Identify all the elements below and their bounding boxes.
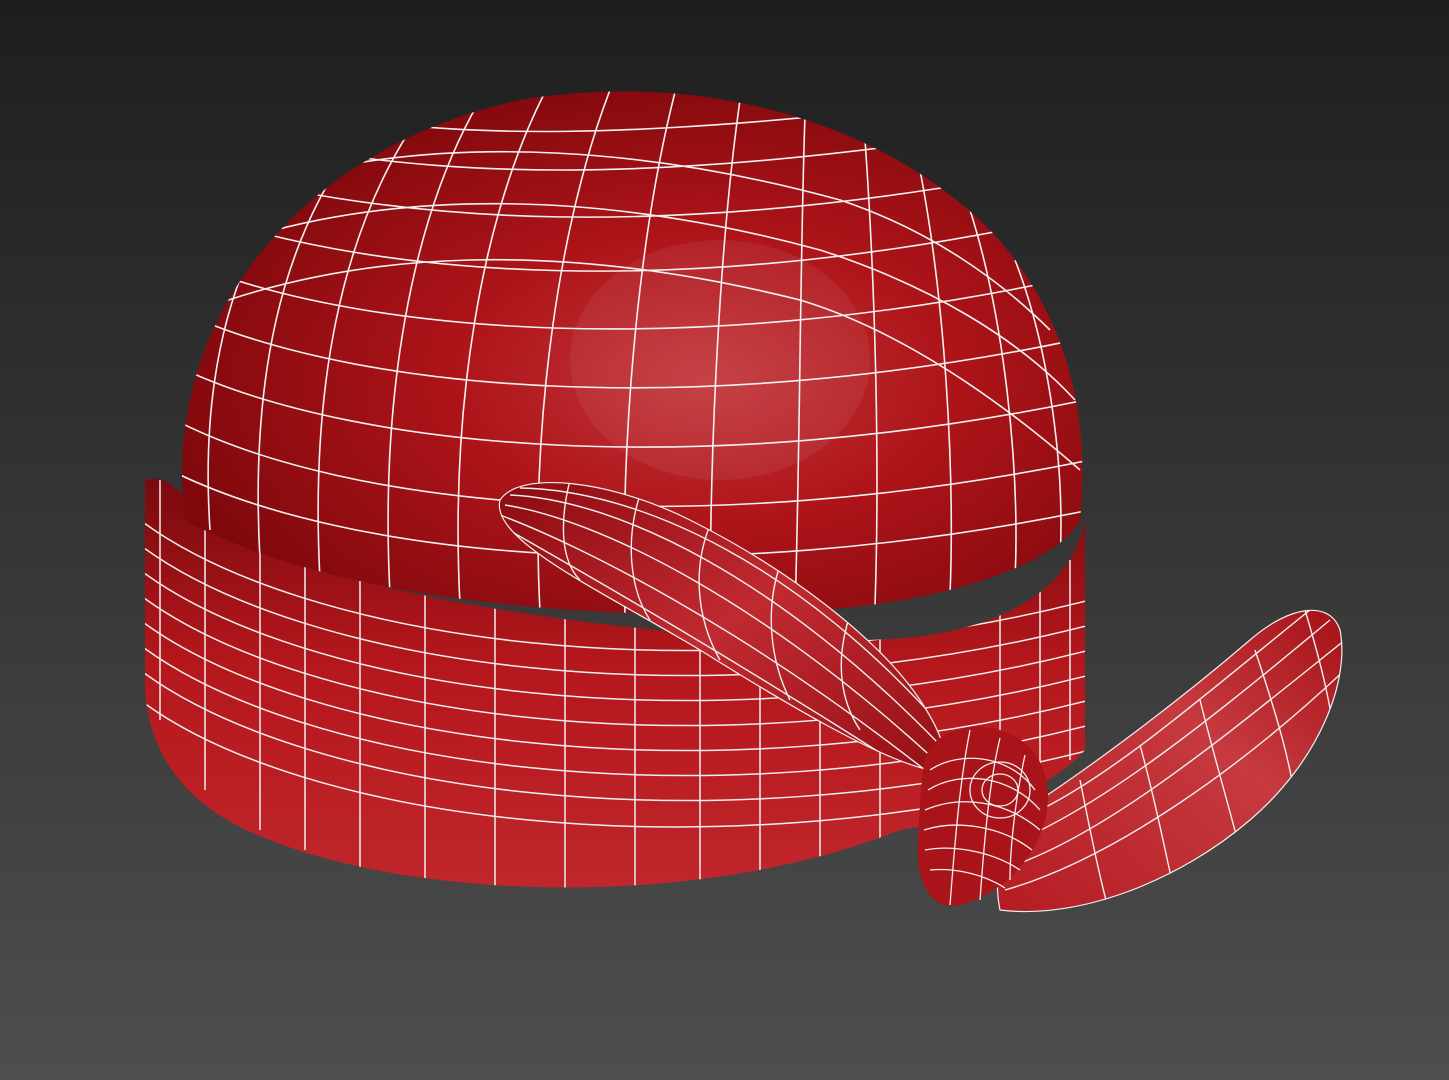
3d-viewport[interactable] [0, 0, 1449, 1080]
bandana-mesh-icon [0, 0, 1449, 1080]
